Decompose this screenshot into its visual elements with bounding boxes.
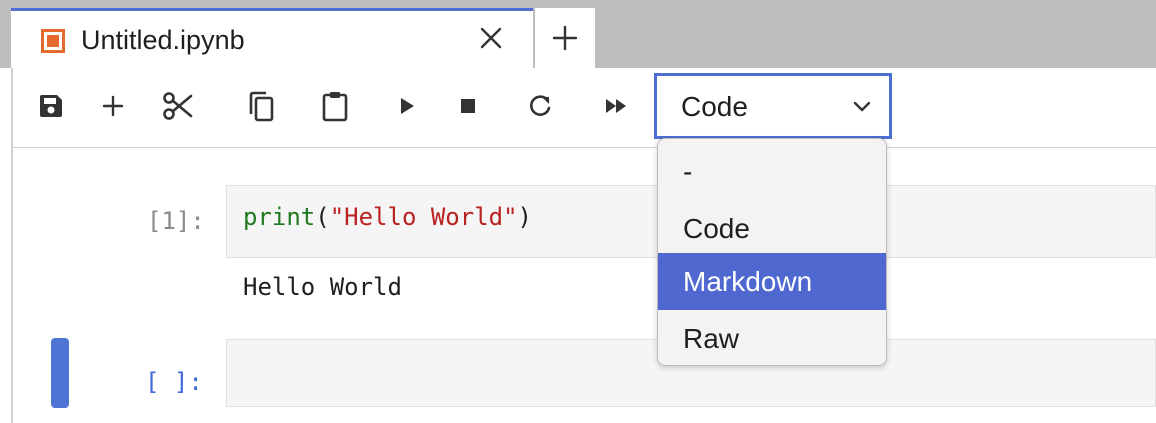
new-tab-button[interactable]: [535, 8, 595, 68]
plus-icon: [552, 25, 578, 51]
active-cell-marker[interactable]: [51, 338, 69, 408]
notebook-icon: [41, 29, 65, 53]
tab-untitled-notebook[interactable]: Untitled.ipynb: [11, 8, 533, 68]
cell-type-dropdown: - Code Markdown Raw: [657, 138, 887, 366]
notebook-toolbar: Code: [11, 68, 1156, 148]
cut-button[interactable]: [162, 90, 194, 122]
copy-button[interactable]: [245, 90, 277, 122]
code-paren-open: (: [315, 203, 330, 231]
cell-1-prompt: [1]:: [147, 207, 205, 235]
paste-button[interactable]: [319, 90, 351, 122]
run-icon: [401, 98, 414, 114]
cell-1-code: print("Hello World"): [243, 203, 532, 231]
paste-icon: [322, 92, 348, 122]
run-all-icon: [606, 99, 626, 113]
add-cell-button[interactable]: [97, 90, 129, 122]
tab-title: Untitled.ipynb: [81, 25, 245, 55]
cell-2-prompt: [ ]:: [145, 368, 203, 396]
code-function: print: [243, 203, 316, 231]
add-cell-icon: [102, 95, 124, 117]
tab-bar: Untitled.ipynb: [0, 0, 1156, 68]
option-none[interactable]: -: [658, 143, 886, 200]
panel-border: [11, 68, 13, 423]
cut-icon: [163, 92, 193, 120]
run-button[interactable]: [391, 90, 423, 122]
stop-icon: [461, 99, 475, 113]
restart-icon: [530, 95, 551, 116]
run-all-button[interactable]: [601, 90, 633, 122]
cell-type-value: Code: [681, 91, 748, 122]
stop-button[interactable]: [452, 90, 484, 122]
option-markdown[interactable]: Markdown: [658, 253, 886, 310]
copy-icon: [249, 91, 274, 122]
restart-button[interactable]: [524, 90, 556, 122]
chevron-down-icon: [851, 96, 873, 123]
option-code[interactable]: Code: [658, 200, 886, 257]
cell-type-select[interactable]: Code: [654, 73, 892, 139]
save-icon: [40, 95, 62, 117]
option-raw[interactable]: Raw: [658, 310, 886, 365]
code-string: "Hello World": [329, 203, 518, 231]
save-button[interactable]: [35, 90, 67, 122]
close-icon[interactable]: [477, 24, 505, 52]
cell-1-output: Hello World: [243, 273, 402, 301]
code-paren-close: ): [517, 203, 532, 231]
